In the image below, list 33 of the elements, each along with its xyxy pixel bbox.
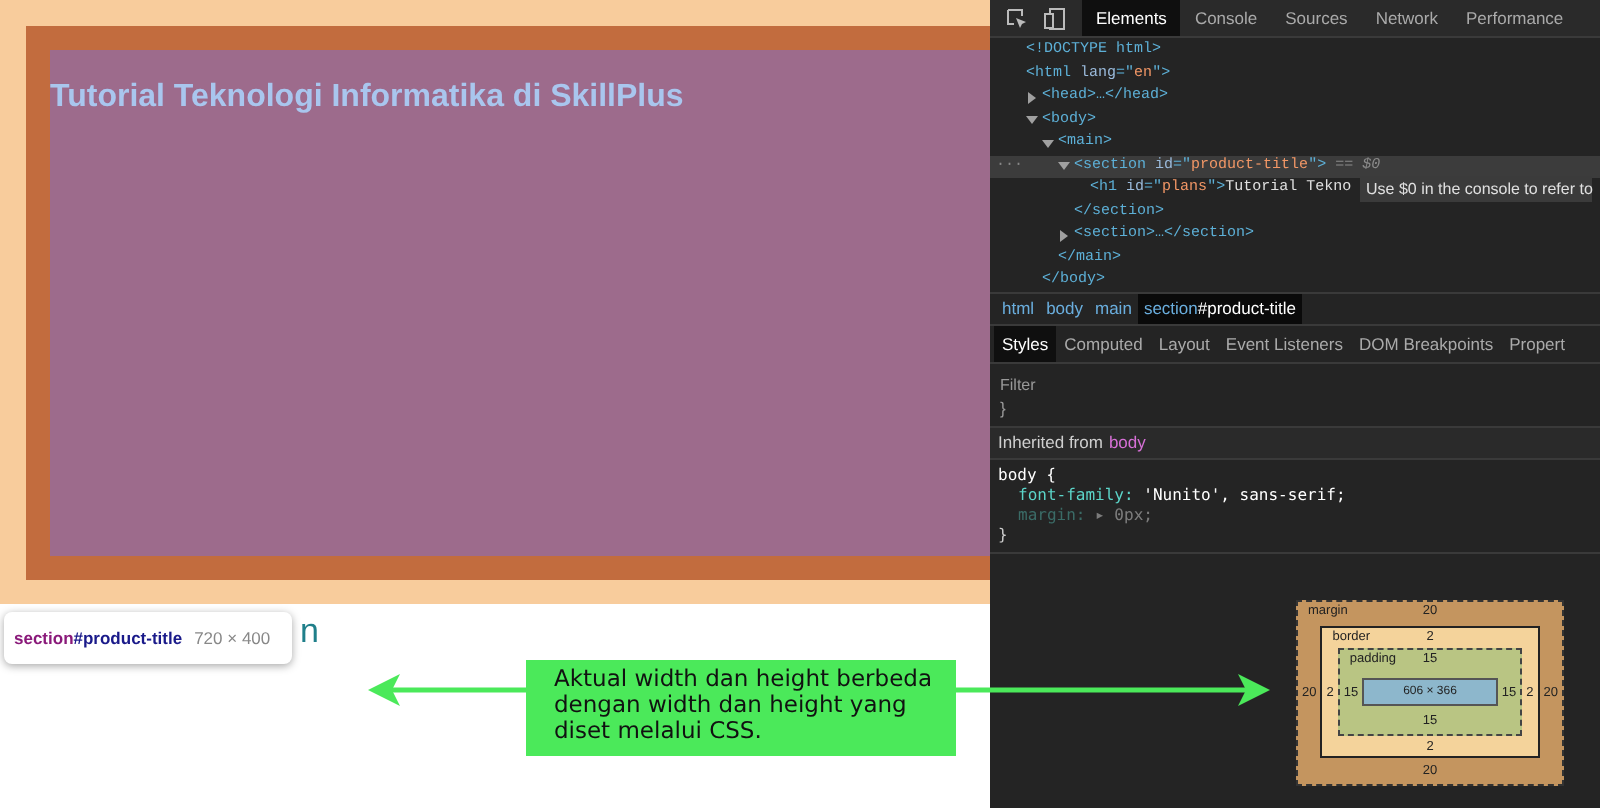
page-heading: Tutorial Teknologi Informatika di SkillPlus — [50, 78, 686, 118]
breadcrumb[interactable]: html — [996, 294, 1041, 324]
collapsed-triangle-icon[interactable] — [1026, 91, 1038, 104]
rule-brace: } — [1000, 398, 1008, 420]
css-declaration: font-family: 'Nunito', sans-serif; — [1016, 486, 1348, 506]
inherited-source-link[interactable]: body — [1108, 430, 1146, 456]
devtools-tab[interactable]: Elements — [1082, 0, 1181, 36]
devtools-tab[interactable]: Sources — [1271, 0, 1362, 36]
inherited-label: Inherited from — [998, 430, 1103, 456]
devtools-tab[interactable]: Performance — [1452, 0, 1578, 36]
styles-pane-tab[interactable]: Propert — [1501, 326, 1573, 362]
collapsed-triangle-icon[interactable] — [1058, 229, 1070, 242]
styles-pane-tab[interactable]: Computed — [1056, 326, 1151, 362]
element-size: 720 × 400 — [194, 625, 271, 651]
element-selector: section#product-title — [14, 625, 183, 651]
breadcrumb[interactable]: main — [1089, 294, 1138, 324]
devtools-tab[interactable]: Network — [1361, 0, 1452, 36]
breadcrumb[interactable]: section#product-title — [1137, 294, 1303, 324]
device-icon[interactable] — [1044, 7, 1066, 29]
annotation-callout: Aktual width dan height berbeda dengan width dan height yang diset melalui CSS. — [526, 660, 956, 756]
css-selector: body { — [998, 466, 1058, 486]
filter-field[interactable]: Filter — [1000, 374, 1400, 398]
devtools-tab[interactable]: Console — [1180, 0, 1272, 36]
breadcrumb[interactable]: body — [1040, 294, 1089, 324]
css-declaration: margin: ▸ 0px; — [1016, 506, 1155, 526]
rule-brace: } — [998, 526, 1010, 546]
styles-pane-tab[interactable]: Layout — [1150, 326, 1218, 362]
styles-pane-tab[interactable]: DOM Breakpoints — [1351, 326, 1502, 362]
styles-pane-tab[interactable]: Styles — [994, 326, 1057, 362]
heading-text-fragment: n — [300, 612, 319, 650]
console-hint-tooltip: Use $0 in the console to refer to — [1360, 176, 1593, 202]
styles-pane-tab[interactable]: Event Listeners — [1217, 326, 1351, 362]
inspect-icon[interactable] — [1006, 7, 1028, 29]
